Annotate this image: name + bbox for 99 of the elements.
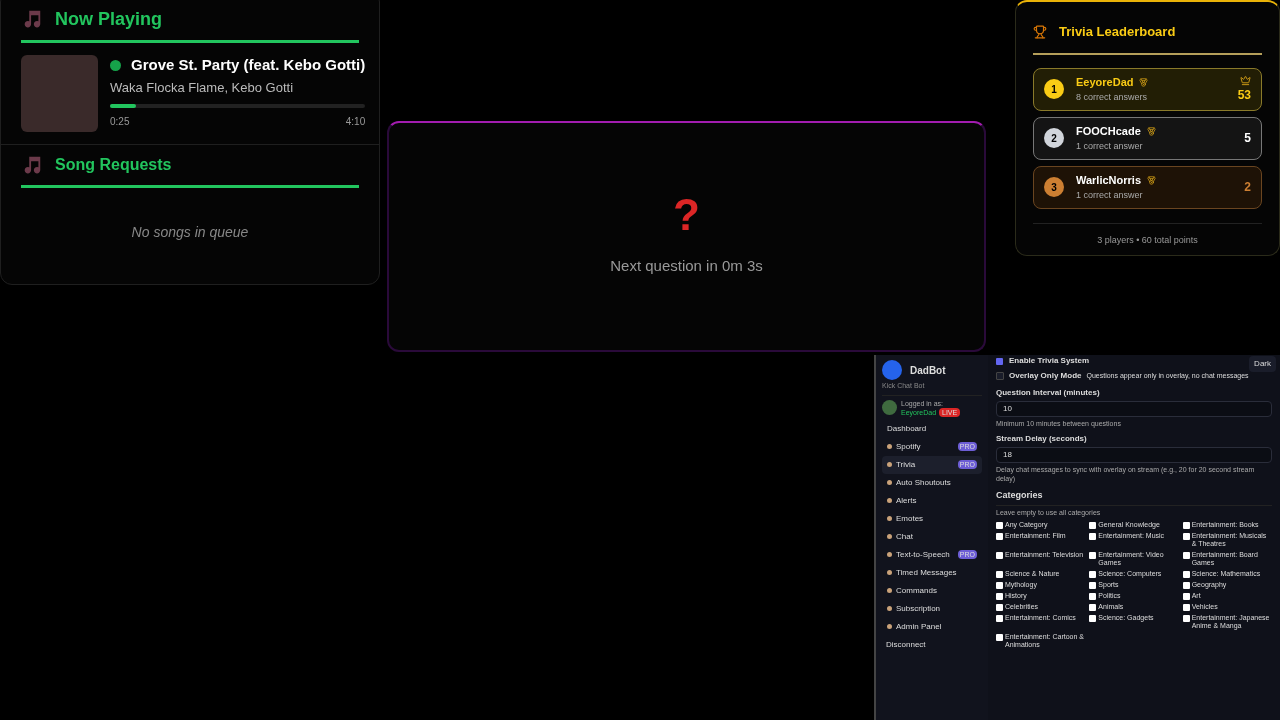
checkbox[interactable]: [1182, 522, 1190, 529]
nav-icon: [887, 588, 892, 593]
nav-item[interactable]: Subscription: [882, 599, 982, 618]
nav-icon: [887, 480, 892, 485]
checkbox[interactable]: [1089, 615, 1097, 622]
checkbox[interactable]: [1089, 533, 1097, 540]
correct-answers: 1 correct answer: [1076, 188, 1144, 202]
section-title: Categories: [996, 489, 1044, 502]
artist-name: Waka Flocka Flame, Kebo Gotti: [110, 79, 295, 97]
nav-item[interactable]: Alerts: [882, 491, 982, 510]
checkbox[interactable]: [996, 372, 1004, 380]
duration-time: 4:10: [345, 114, 366, 129]
input-field[interactable]: 10: [996, 401, 1272, 417]
elapsed-time: 0:25: [110, 114, 130, 129]
nav-label: Alerts: [896, 494, 918, 507]
checkbox[interactable]: [1182, 604, 1190, 611]
checkbox-label: Overlay Only Mode: [1009, 370, 1082, 382]
checkbox[interactable]: [996, 615, 1003, 622]
empty-queue-message: No songs in queue: [131, 223, 249, 242]
checkbox-label: Enable Trivia System: [1009, 356, 1090, 365]
checkbox[interactable]: [1089, 582, 1097, 589]
correct-answers: 1 correct answer: [1076, 139, 1144, 153]
nav-label: Dashboard: [887, 422, 928, 435]
crown-icon: [1240, 74, 1251, 86]
checkbox[interactable]: [996, 593, 1003, 600]
countdown-text: Next question in 0m 3s: [610, 256, 763, 276]
nav-label: Subscription: [896, 602, 942, 615]
checkbox[interactable]: [996, 533, 1003, 540]
nav-label: Spotify: [896, 440, 922, 453]
nav-item[interactable]: Commands: [882, 581, 982, 600]
robot-avatar: [882, 360, 902, 380]
player-name: WarlicNorris: [1076, 173, 1141, 188]
checkbox[interactable]: [1089, 593, 1097, 600]
nav-icon: [887, 606, 892, 611]
nav-label: Trivia: [896, 458, 917, 471]
player-points: 2: [1244, 179, 1251, 196]
checkbox[interactable]: [1182, 615, 1190, 622]
nav-label: Admin Panel: [896, 620, 943, 633]
theme-toggle-button[interactable]: Dark: [1249, 356, 1276, 372]
rank-badge: 1: [1044, 79, 1064, 99]
rank-badge: 3: [1044, 177, 1064, 197]
checkbox[interactable]: [1182, 533, 1190, 540]
checkbox[interactable]: [996, 634, 1003, 641]
nav-item[interactable]: Admin Panel: [882, 617, 982, 636]
input-field[interactable]: 18: [996, 447, 1272, 463]
checkbox[interactable]: [996, 522, 1003, 529]
nav-item[interactable]: Chat: [882, 527, 982, 546]
nav-label: Chat: [896, 530, 914, 543]
checkbox[interactable]: [996, 582, 1003, 589]
checkbox[interactable]: [1182, 552, 1190, 559]
nav-label: Auto Shoutouts: [896, 476, 952, 489]
medal-icon: [1139, 77, 1149, 87]
panel-title: Now Playing: [55, 7, 162, 31]
checkbox[interactable]: [1089, 522, 1097, 529]
nav-icon: [887, 624, 892, 629]
nav-icon: [887, 462, 892, 467]
nav-icon: [887, 444, 892, 449]
checkbox[interactable]: [996, 357, 1003, 365]
player-points: 5: [1244, 130, 1251, 147]
rank-badge: 2: [1044, 128, 1064, 148]
correct-answers: 8 correct answers: [1076, 90, 1149, 104]
field-label: Stream Delay (seconds): [996, 433, 1088, 445]
player-name: FOOCHcade: [1076, 124, 1141, 139]
checkbox[interactable]: [996, 571, 1003, 578]
nav-label: Commands: [896, 584, 938, 597]
field-label: Question Interval (minutes): [996, 387, 1101, 399]
medal-icon: [1146, 126, 1156, 136]
player-points: 53: [1237, 86, 1251, 104]
leaderboard-summary: 3 players • 60 total points: [1097, 233, 1198, 247]
player-name: EeyoreDad: [1076, 75, 1134, 90]
nav-icon: [887, 534, 892, 539]
nav-icon: [887, 570, 892, 575]
checkbox[interactable]: [996, 552, 1003, 559]
nav-label: Timed Messages: [896, 566, 958, 579]
nav-item[interactable]: Dashboard: [882, 419, 982, 438]
question-mark-icon: ?: [673, 193, 700, 237]
nav-item[interactable]: Auto Shoutouts: [882, 473, 982, 492]
brand-name: DadBot: [910, 363, 946, 378]
nav-label: Text-to-Speech: [896, 548, 951, 561]
checkbox[interactable]: [1089, 571, 1097, 578]
checkbox[interactable]: [996, 604, 1003, 611]
checkbox[interactable]: [1089, 552, 1097, 559]
disconnect-link[interactable]: Disconnect: [882, 638, 982, 651]
checkbox[interactable]: [1182, 571, 1190, 578]
panel-title: Song Requests: [55, 155, 172, 175]
medal-icon: [1147, 175, 1156, 185]
checkbox[interactable]: [1182, 582, 1190, 589]
user-avatar: [882, 400, 897, 415]
nav-icon: [887, 516, 892, 521]
nav-icon: [887, 498, 892, 503]
checkbox[interactable]: [1182, 593, 1190, 600]
checkbox[interactable]: [1089, 604, 1097, 611]
nav-item[interactable]: Timed Messages: [882, 563, 982, 582]
track-title: Grove St. Party (feat. Kebo Gotti): [131, 54, 366, 75]
leaderboard-title: Trivia Leaderboard: [1059, 23, 1176, 41]
trophy-icon: [1033, 24, 1047, 39]
nav-item[interactable]: Emotes: [882, 509, 982, 528]
nav-label: Emotes: [896, 512, 925, 525]
nav-icon: [887, 552, 892, 557]
